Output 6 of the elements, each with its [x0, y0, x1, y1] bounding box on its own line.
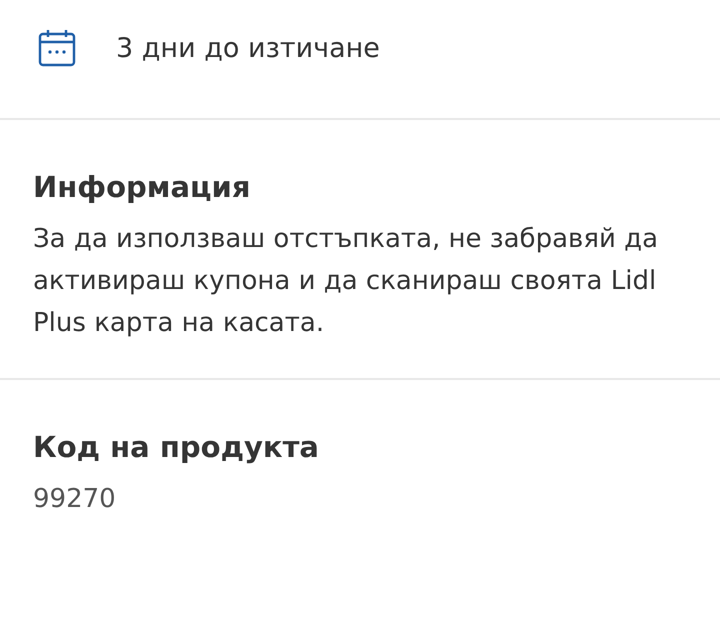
section-title: Код на продукта — [33, 430, 320, 464]
expiry-text: 3 дни до изтичане — [116, 32, 380, 64]
section-title: Информация — [33, 170, 252, 204]
calendar-icon — [38, 29, 76, 67]
section-text: За да използваш отстъпката, не забравяй да активираш купона и да сканираш своята Lidl Plus карта на касата. — [33, 223, 660, 340]
section-text: 99270 — [33, 483, 117, 516]
